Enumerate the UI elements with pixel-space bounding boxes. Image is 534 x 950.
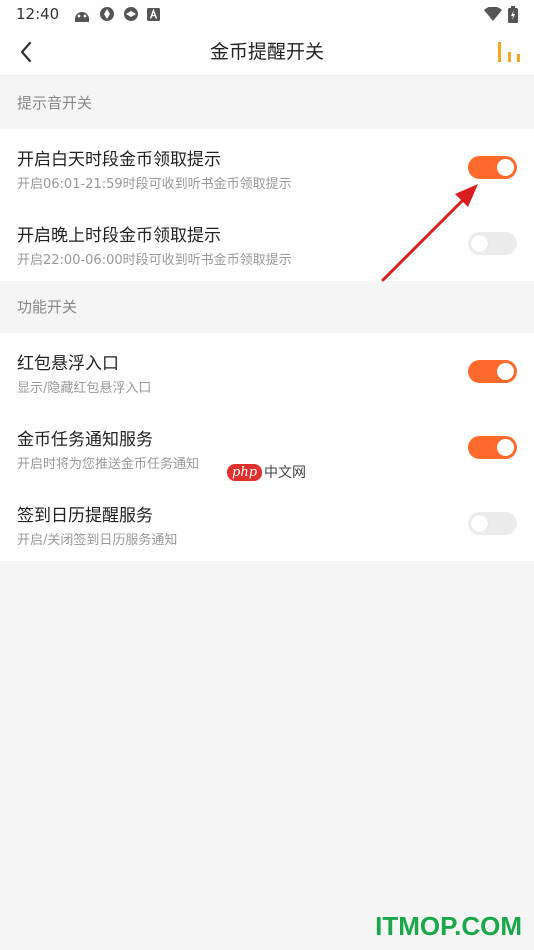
- php-watermark-text: 中文网: [264, 465, 307, 481]
- stats-button[interactable]: [494, 38, 524, 66]
- annotation-arrow-icon: [381, 184, 478, 282]
- setting-description: 显示/隐藏红包悬浮入口: [17, 381, 152, 396]
- system-icons: [484, 5, 518, 23]
- toggle-knob: [471, 515, 488, 532]
- setting-description: 开启时将为您推送金币任务通知: [17, 457, 200, 472]
- day-reminder-toggle[interactable]: [468, 156, 517, 179]
- setting-row-checkin-calendar: 签到日历提醒服务 开启/关闭签到日历服务通知: [0, 485, 534, 561]
- checkin-calendar-toggle[interactable]: [468, 512, 517, 535]
- aperture-icon: [100, 7, 115, 21]
- notification-icons: [73, 6, 161, 22]
- settings-group-features: 红包悬浮入口 显示/隐藏红包悬浮入口 金币任务通知服务 开启时将为您推送金币任务…: [0, 333, 534, 561]
- setting-title: 开启白天时段金币领取提示: [17, 150, 221, 170]
- setting-description: 开启/关闭签到日历服务通知: [17, 533, 178, 548]
- back-button[interactable]: [12, 38, 40, 66]
- nav-bar: 金币提醒开关: [0, 28, 534, 76]
- setting-title: 红包悬浮入口: [17, 354, 119, 374]
- setting-row-red-packet: 红包悬浮入口 显示/隐藏红包悬浮入口: [0, 333, 534, 409]
- section-header-sound: 提示音开关: [17, 94, 93, 112]
- status-bar: 12:40: [0, 0, 534, 28]
- wifi-icon: [484, 7, 502, 21]
- android-robot-icon: [75, 12, 90, 22]
- setting-description: 开启06:01-21:59时段可收到听书金币领取提示: [17, 177, 292, 192]
- task-notification-toggle[interactable]: [468, 436, 517, 459]
- font-app-icon: [147, 7, 161, 21]
- aperture-icon-2: [124, 7, 139, 21]
- status-time: 12:40: [16, 5, 60, 23]
- red-packet-toggle[interactable]: [468, 360, 517, 383]
- bar-chart-icon: [498, 42, 520, 62]
- php-watermark: php 中文网: [227, 462, 306, 482]
- battery-charging-icon: [508, 5, 518, 23]
- site-watermark: ITMOP.COM: [375, 911, 522, 941]
- setting-title: 金币任务通知服务: [17, 430, 153, 450]
- setting-title: 开启晚上时段金币领取提示: [17, 226, 221, 246]
- page-title: 金币提醒开关: [209, 41, 324, 63]
- toggle-knob: [497, 159, 514, 176]
- toggle-knob: [497, 363, 514, 380]
- toggle-knob: [497, 439, 514, 456]
- chevron-left-icon: [20, 41, 32, 63]
- setting-description: 开启22:00-06:00时段可收到听书金币领取提示: [17, 253, 292, 268]
- php-badge: php: [227, 463, 263, 481]
- setting-title: 签到日历提醒服务: [17, 506, 153, 526]
